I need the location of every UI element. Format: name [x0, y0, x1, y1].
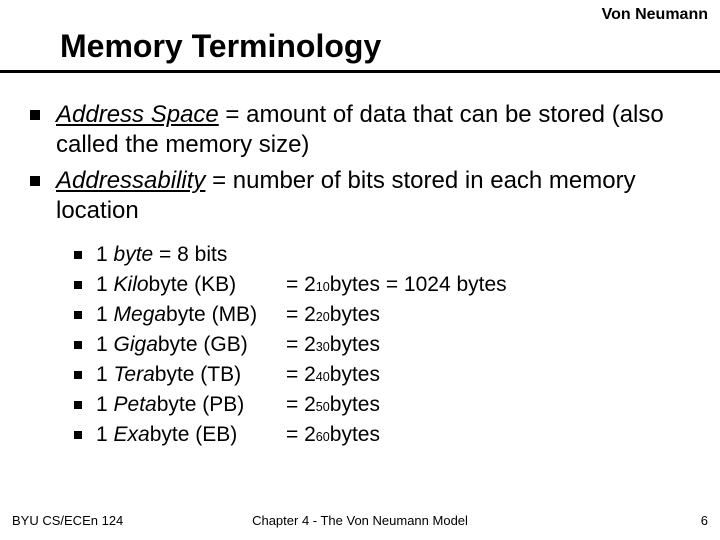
- bullet-icon: [74, 401, 82, 409]
- slide-body: Address Space = amount of data that can …: [30, 100, 690, 450]
- list-item: 1 Petabyte (PB) = 250 bytes: [74, 390, 690, 420]
- unit-name: 1 Megabyte (MB): [96, 303, 286, 327]
- term: Address Space: [56, 101, 219, 128]
- bullet-icon: [30, 110, 40, 120]
- unit-value: = 260 bytes: [286, 423, 380, 447]
- bullet-icon: [74, 431, 82, 439]
- term: Addressability: [56, 167, 205, 194]
- unit-name: 1 Petabyte (PB): [96, 393, 286, 417]
- list-item: 1 Megabyte (MB) = 220 bytes: [74, 300, 690, 330]
- unit-name: 1 byte = 8 bits: [96, 243, 286, 267]
- unit-value: = 220 bytes: [286, 303, 380, 327]
- unit-value: = 230 bytes: [286, 333, 380, 357]
- unit-name: 1 Kilobyte (KB): [96, 273, 286, 297]
- bullet-icon: [74, 251, 82, 259]
- bullet-icon: [74, 281, 82, 289]
- bullet-icon: [74, 311, 82, 319]
- bullet-text: Addressability = number of bits stored i…: [56, 166, 690, 226]
- bullet-text: Address Space = amount of data that can …: [56, 100, 690, 160]
- slide: Von Neumann Memory Terminology Address S…: [0, 0, 720, 540]
- bullet-icon: [74, 341, 82, 349]
- slide-title: Memory Terminology: [60, 28, 381, 65]
- list-item: 1 Terabyte (TB) = 240 bytes: [74, 360, 690, 390]
- title-underline: [0, 70, 720, 73]
- unit-value: = 240 bytes: [286, 363, 380, 387]
- bullet-icon: [30, 176, 40, 186]
- list-item: 1 Gigabyte (GB) = 230 bytes: [74, 330, 690, 360]
- footer-left: BYU CS/ECEn 124: [12, 513, 123, 528]
- unit-list: 1 byte = 8 bits 1 Kilobyte (KB) = 210 by…: [74, 240, 690, 450]
- unit-name: 1 Gigabyte (GB): [96, 333, 286, 357]
- footer-right: 6: [701, 513, 708, 528]
- bullet-icon: [74, 371, 82, 379]
- unit-value: = 210 bytes = 1024 bytes: [286, 273, 507, 297]
- list-item: 1 byte = 8 bits: [74, 240, 690, 270]
- list-item: 1 Exabyte (EB) = 260 bytes: [74, 420, 690, 450]
- unit-name: 1 Exabyte (EB): [96, 423, 286, 447]
- unit-name: 1 Terabyte (TB): [96, 363, 286, 387]
- bullet-item: Addressability = number of bits stored i…: [30, 166, 690, 226]
- list-item: 1 Kilobyte (KB) = 210 bytes = 1024 bytes: [74, 270, 690, 300]
- bullet-item: Address Space = amount of data that can …: [30, 100, 690, 160]
- footer: BYU CS/ECEn 124 Chapter 4 - The Von Neum…: [12, 513, 708, 528]
- header-topic: Von Neumann: [602, 6, 708, 24]
- unit-value: = 250 bytes: [286, 393, 380, 417]
